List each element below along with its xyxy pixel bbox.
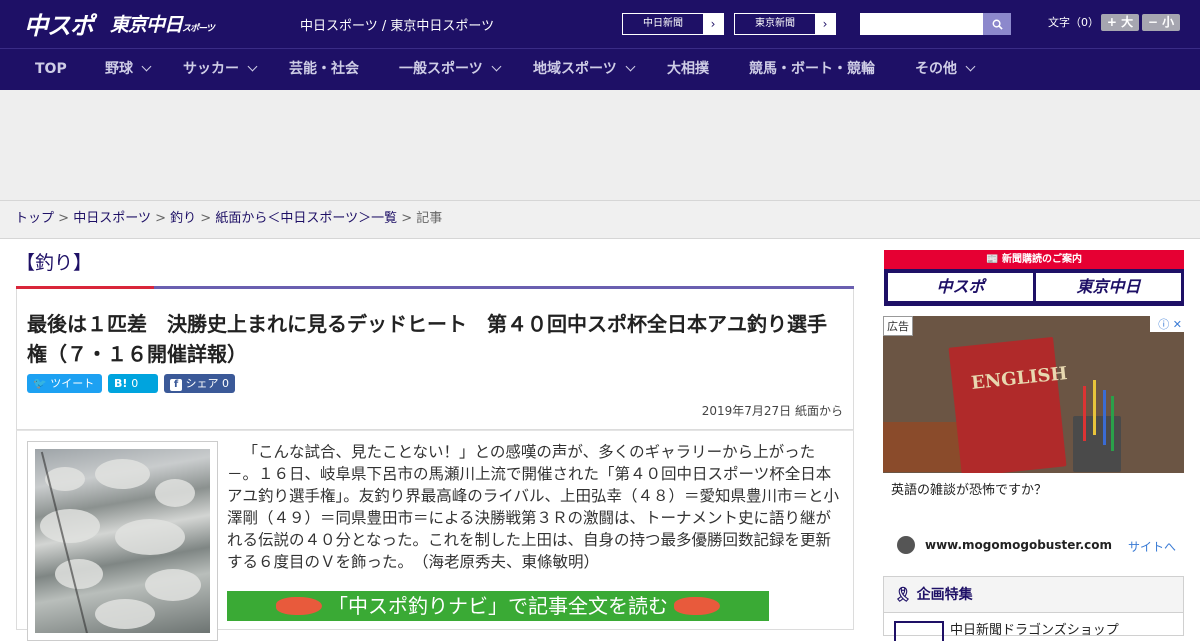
nav-item-baseball[interactable]: 野球 [105, 49, 152, 91]
nav-item-label: TOP [35, 61, 67, 77]
nav-item-racing[interactable]: 競馬・ボート・競輪 [749, 49, 875, 91]
ad-domain[interactable]: www.mogomogobuster.com [925, 538, 1112, 552]
chevron-down-icon [141, 61, 152, 72]
text-size-label: 文字（0） [1048, 16, 1099, 29]
tokyo-logo-text: 東京中日 [110, 14, 183, 36]
breadcrumb-fishing[interactable]: 釣り [170, 211, 196, 226]
hatena-bookmark-button[interactable]: B! 0 [108, 374, 158, 393]
text-size-increase-button[interactable]: + 大 [1101, 14, 1139, 31]
ad-headline[interactable]: 英語の雑談が恐怖ですか？ [891, 479, 1047, 498]
nav-item-label: 芸能・社会 [289, 61, 359, 77]
fishing-navi-banner[interactable]: 「中スポ釣りナビ」で記事全文を読む [227, 591, 769, 621]
hatena-icon: B! [114, 377, 128, 390]
site-links[interactable]: 中日スポーツ / 東京中日スポーツ [300, 15, 494, 34]
nav-item-local-sports[interactable]: 地域スポーツ [533, 49, 636, 91]
facebook-icon: f [170, 379, 182, 391]
tokyo-chunichi-subscribe-button[interactable]: 東京中日 [1036, 273, 1181, 301]
nav-item-label: 競馬・ボート・競輪 [749, 61, 875, 77]
fishing-navi-label: 「中スポ釣りナビ」で記事全文を読む [328, 594, 668, 618]
breadcrumb-separator: > [200, 211, 212, 226]
breadcrumb-paper-list[interactable]: 紙面から＜中日スポーツ＞一覧 [215, 211, 397, 226]
ad-label: 広告 [883, 316, 913, 336]
article-lead: 「こんな試合、見たことない！」との感嘆の声が、多くのギャラリーから上がった－。１… [227, 443, 839, 571]
breadcrumb-separator: > [155, 211, 166, 226]
ad-visit-link[interactable]: サイトへ [1128, 538, 1176, 555]
breadcrumb-current: 記事 [416, 211, 443, 226]
subscription-promo-title: 新聞購読のご案内 [1001, 254, 1082, 265]
chevron-down-icon [965, 61, 976, 72]
article-body: 「こんな試合、見たことない！」との感嘆の声が、多くのギャラリーから上がった－。１… [16, 430, 854, 641]
tweet-label: ツイート [50, 377, 95, 390]
article-headline: 最後は１匹差 決勝史上まれに見るデッドヒート 第４０回中スポ杯全日本アユ釣り選手… [27, 312, 827, 366]
globe-icon [897, 536, 915, 554]
chevron-down-icon [625, 61, 636, 72]
ad-choices-icon[interactable]: ⓘ ✕ [1150, 316, 1184, 332]
article-date: 2019年7月27日 紙面から [701, 404, 843, 418]
nav-item-entertainment[interactable]: 芸能・社会 [289, 49, 359, 91]
chevron-down-icon [491, 61, 502, 72]
tokyo-shimbun-button[interactable]: 東京新聞 › [734, 13, 836, 35]
share-count: 0 [222, 377, 229, 390]
nav-item-label: 野球 [105, 61, 133, 77]
tokyo-chunichi-logo[interactable]: 東京中日スポーツ [110, 10, 215, 37]
search-input[interactable] [860, 13, 984, 35]
tokyo-shimbun-label: 東京新聞 [755, 18, 795, 29]
ribbon-icon: 🎗 [894, 587, 912, 603]
chuspo-logo[interactable]: 中スポ [24, 6, 94, 41]
chevron-right-icon: › [703, 14, 723, 34]
text-size-decrease-button[interactable]: − 小 [1142, 14, 1180, 31]
ad-image: ENGLISH 広告 ⓘ ✕ [883, 316, 1184, 473]
breadcrumb-separator: > [58, 211, 70, 226]
chuspo-subscribe-button[interactable]: 中スポ [888, 273, 1033, 301]
article-header: 最後は１匹差 決勝史上まれに見るデッドヒート 第４０回中スポ杯全日本アユ釣り選手… [16, 289, 854, 430]
tweet-button[interactable]: 🐦 ツイート [27, 374, 102, 393]
nav-item-soccer[interactable]: サッカー [183, 49, 258, 91]
subscription-promo: 📰 新聞購読のご案内 中スポ 東京中日 [884, 250, 1184, 306]
newspaper-icon: 📰 [986, 254, 999, 265]
nav-item-top[interactable]: TOP [35, 49, 67, 91]
nav-item-label: 一般スポーツ [399, 61, 483, 77]
feature-section-title: 企画特集 [916, 587, 973, 603]
fish-icon [275, 596, 322, 615]
feature-thumbnail[interactable] [894, 621, 944, 641]
search-icon [992, 19, 1003, 30]
top-bar: 中スポ 東京中日スポーツ 中日スポーツ / 東京中日スポーツ 中日新聞 › 東京… [0, 0, 1200, 48]
sidebar-ad[interactable]: ENGLISH 広告 ⓘ ✕ 英語の雑談が恐怖ですか？ www.mogomogo… [883, 316, 1184, 566]
river-rocks-image [35, 449, 210, 633]
share-label: シェア [185, 377, 219, 390]
facebook-share-button[interactable]: f シェア 0 [164, 374, 235, 393]
chunichi-shimbun-button[interactable]: 中日新聞 › [622, 13, 724, 35]
ad-banner-area [0, 90, 1200, 200]
subscription-promo-header[interactable]: 📰 新聞購読のご案内 [884, 250, 1184, 269]
article-photo[interactable] [27, 441, 218, 641]
section-title: 【釣り】 [16, 252, 93, 274]
twitter-icon: 🐦 [33, 377, 47, 390]
search-button[interactable] [983, 13, 1011, 35]
main-nav: TOP 野球 サッカー 芸能・社会 一般スポーツ 地域スポーツ 大相撲 競馬・ボ… [0, 48, 1200, 90]
hatena-count: 0 [131, 377, 139, 390]
nav-item-other[interactable]: その他 [915, 49, 976, 91]
feature-section: 🎗 企画特集 中日新聞ドラゴンズショップ [883, 576, 1184, 641]
feature-section-header: 🎗 企画特集 [884, 577, 1183, 613]
nav-item-label: サッカー [183, 61, 239, 77]
nav-item-label: 地域スポーツ [533, 61, 617, 77]
breadcrumb-separator: > [401, 211, 413, 226]
english-book [948, 336, 1067, 473]
nav-item-sumo[interactable]: 大相撲 [667, 49, 709, 91]
nav-item-label: 大相撲 [667, 61, 709, 77]
breadcrumb-top[interactable]: トップ [15, 211, 54, 226]
tokyo-logo-sub: スポーツ [182, 24, 215, 34]
nav-item-label: その他 [915, 61, 957, 77]
chevron-down-icon [247, 61, 258, 72]
chevron-right-icon: › [815, 14, 835, 34]
chunichi-shimbun-label: 中日新聞 [643, 18, 683, 29]
breadcrumb: トップ > 中日スポーツ > 釣り > 紙面から＜中日スポーツ＞一覧 > 記事 [0, 200, 1200, 239]
fish-icon [674, 596, 721, 615]
feature-item-link[interactable]: 中日新聞ドラゴンズショップ [950, 619, 1119, 638]
breadcrumb-chunichi-sports[interactable]: 中日スポーツ [73, 211, 151, 226]
nav-item-general-sports[interactable]: 一般スポーツ [399, 49, 502, 91]
